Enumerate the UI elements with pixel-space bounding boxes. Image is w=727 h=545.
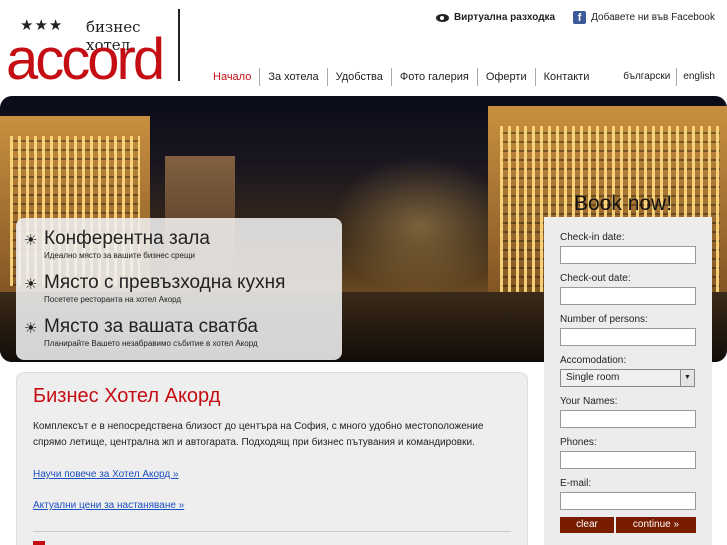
phones-label: Phones: [560,437,597,448]
sun-icon: ☀ [24,276,38,293]
nav-item-offers[interactable]: Оферти [478,68,536,86]
next-section-peek [33,541,45,545]
checkout-input[interactable] [560,287,696,305]
feature-title: Място с превъзходна кухня [44,272,286,293]
feature-conference[interactable]: ☀ Конферентна зала Идеално място за ваши… [24,228,210,261]
feature-subtitle: Планирайте Вашето незабравимо събитие в … [44,339,258,348]
eye-icon [435,13,449,22]
phones-input[interactable] [560,451,696,469]
nav-item-gallery[interactable]: Фото галерия [392,68,478,86]
feature-title: Място за вашата сватба [44,316,258,337]
content-title: Бизнес Хотел Акорд [33,385,221,407]
page: ★★★ бизнес хотел accord Виртуална разход… [0,0,727,545]
continue-button[interactable]: continue » [616,517,696,533]
nav-item-home[interactable]: Начало [205,68,261,86]
accommodation-label: Accomodation: [560,355,627,366]
content-box: Бизнес Хотел Акорд Комплексът е в непоср… [16,372,528,545]
features-panel: ☀ Конферентна зала Идеално място за ваши… [16,218,342,360]
feature-subtitle: Идеално място за вашите бизнес срещи [44,251,195,260]
persons-input[interactable] [560,328,696,346]
content-text: Комплексът е в непосредствена близост до… [33,421,484,448]
feature-subtitle: Посетете ресторанта на хотел Акорд [44,295,182,304]
logo-bar [178,9,180,81]
accommodation-select[interactable]: Single room ▼ [560,369,695,387]
logo-brand: accord [6,27,165,92]
sun-icon: ☀ [24,232,38,249]
booking-title: Book now! [574,192,673,215]
clear-button[interactable]: clear [560,517,614,533]
top-links: Виртуална разходка f Добавете ни във Fac… [435,11,715,24]
checkin-label: Check-in date: [560,232,625,243]
prices-link[interactable]: Актуални цени за настаняване » [33,500,184,511]
feature-title: Конферентна зала [44,228,210,249]
lang-bulgarian[interactable]: български [617,68,678,86]
email-label: E-mail: [560,478,592,489]
nav-item-contacts[interactable]: Контакти [536,68,598,86]
persons-label: Number of persons: [560,314,648,325]
virtual-tour-label: Виртуална разходка [453,12,556,23]
divider [33,531,511,532]
nav-item-amenities[interactable]: Удобства [328,68,392,86]
chevron-down-icon: ▼ [680,370,694,386]
feature-cuisine[interactable]: ☀ Място с превъзходна кухня Посетете рес… [24,272,285,305]
feature-wedding[interactable]: ☀ Място за вашата сватба Планирайте Ваше… [24,316,258,349]
checkout-label: Check-out date: [560,273,631,284]
email-input[interactable] [560,492,696,510]
lang-english[interactable]: english [677,68,715,86]
names-label: Your Names: [560,396,618,407]
facebook-label: Добавете ни във Facebook [591,12,715,23]
checkin-input[interactable] [560,246,696,264]
facebook-link[interactable]: f Добавете ни във Facebook [573,11,715,24]
main-nav: Начало За хотела Удобства Фото галерия О… [205,68,597,86]
nav-item-about[interactable]: За хотела [260,68,328,86]
facebook-icon: f [573,11,587,24]
booking-form: Check-in date: Check-out date: Number of… [544,217,712,545]
city-glow [330,156,510,296]
sun-icon: ☀ [24,320,38,337]
logo[interactable]: ★★★ бизнес хотел accord [6,4,186,92]
virtual-tour-link[interactable]: Виртуална разходка [435,11,556,24]
names-input[interactable] [560,410,696,428]
learn-more-link[interactable]: Научи повече за Хотел Акорд » [33,469,179,480]
accommodation-value: Single room [566,372,620,383]
language-switch: български english [617,68,715,86]
